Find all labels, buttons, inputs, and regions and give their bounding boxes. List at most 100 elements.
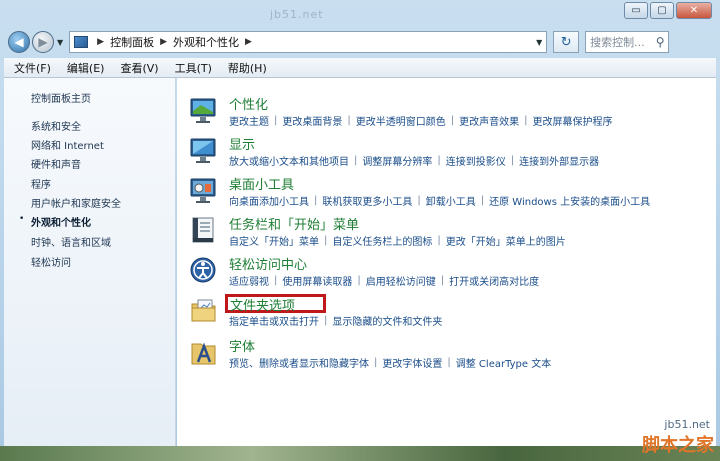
category-title-ease-of-access[interactable]: 轻松访问中心 (229, 254, 307, 273)
desktop-background-strip (0, 446, 720, 461)
link-font-settings[interactable]: 更改字体设置 (382, 355, 442, 370)
close-button[interactable]: ✕ (676, 2, 712, 19)
link-cleartype[interactable]: 调整 ClearType 文本 (456, 355, 551, 370)
link-taskbar-icons[interactable]: 自定义任务栏上的图标 (332, 233, 432, 248)
category-links: 自定义「开始」菜单 | 自定义任务栏上的图标 | 更改「开始」菜单上的图片 (229, 233, 566, 248)
category-links: 向桌面添加小工具 | 联机获取更多小工具 | 卸载小工具 | 还原 Windows 上… (229, 193, 651, 208)
category-links: 适应弱视 | 使用屏幕读取器 | 启用轻松访问键 | 打开或关闭高对比度 (229, 273, 540, 288)
category-ease-of-access: 轻松访问中心 适应弱视 | 使用屏幕读取器 | 启用轻松访问键 | 打开或关闭高对比度 (177, 254, 716, 294)
ease-of-access-icon[interactable] (189, 256, 219, 286)
category-links: 更改主题 | 更改桌面背景 | 更改半透明窗口颜色 | 更改声音效果 | 更改屏幕保护程… (229, 113, 613, 128)
link-restore-gadgets[interactable]: 还原 Windows 上安装的桌面小工具 (489, 193, 650, 208)
link-window-color[interactable]: 更改半透明窗口颜色 (356, 113, 446, 128)
address-dropdown[interactable]: ▼ (532, 38, 546, 47)
address-bar[interactable]: ▶ 控制面板 ▶ 外观和个性化 ▶ ▼ (69, 31, 548, 53)
sidebar-item-hardware-sound[interactable]: 硬件和声音 (31, 156, 81, 171)
category-links: 指定单击或双击打开 | 显示隐藏的文件和文件夹 (229, 313, 443, 328)
search-box[interactable]: 搜索控制... ⚲ (585, 31, 670, 53)
menu-edit[interactable]: 编辑(E) (61, 60, 111, 76)
menu-file[interactable]: 文件(F) (8, 60, 57, 76)
current-item-bullet: • (19, 214, 25, 224)
link-start-picture[interactable]: 更改「开始」菜单上的图片 (446, 233, 566, 248)
sidebar: 控制面板主页 系统和安全 网络和 Internet 硬件和声音 程序 用户帐户和… (4, 78, 176, 446)
recent-pages-dropdown[interactable]: ▼ (57, 38, 63, 47)
link-screensaver[interactable]: 更改屏幕保护程序 (533, 113, 613, 128)
category-display: 显示 放大或缩小文本和其他项目 | 调整屏幕分辨率 | 连接到投影仪 | 连接到外部显… (177, 134, 716, 174)
window-controls: ▭ ▢ ✕ (624, 2, 712, 19)
link-change-theme[interactable]: 更改主题 (229, 113, 269, 128)
menu-help[interactable]: 帮助(H) (222, 60, 273, 76)
back-button[interactable]: ◀ (8, 31, 30, 53)
category-fonts: 字体 预览、删除或者显示和隐藏字体 | 更改字体设置 | 调整 ClearType … (177, 336, 716, 376)
address-row: ◀ ▶ ▼ ▶ 控制面板 ▶ 外观和个性化 ▶ ▼ ↻ 搜索控制... ⚲ (0, 28, 720, 56)
chevron-right-icon[interactable]: ▶ (160, 37, 167, 47)
category-links: 预览、删除或者显示和隐藏字体 | 更改字体设置 | 调整 ClearType 文本 (229, 355, 552, 370)
display-icon[interactable] (189, 136, 219, 166)
main-content: 个性化 更改主题 | 更改桌面背景 | 更改半透明窗口颜色 | 更改声音效果 | 更改屏… (177, 78, 716, 446)
breadcrumb-appearance[interactable]: 外观和个性化 (173, 34, 239, 50)
category-taskbar: 任务栏和「开始」菜单 自定义「开始」菜单 | 自定义任务栏上的图标 | 更改「开始」… (177, 214, 716, 254)
link-low-vision[interactable]: 适应弱视 (229, 273, 269, 288)
top-watermark: jb51.net (270, 8, 324, 21)
gadgets-icon[interactable] (189, 176, 219, 206)
category-title-taskbar[interactable]: 任务栏和「开始」菜单 (229, 214, 359, 233)
category-title-folder-options[interactable]: 文件夹选项 (230, 295, 295, 314)
sidebar-item-home[interactable]: 控制面板主页 (31, 90, 91, 105)
link-screen-reader[interactable]: 使用屏幕读取器 (282, 273, 352, 288)
sidebar-item-system-security[interactable]: 系统和安全 (31, 118, 81, 133)
brand-watermark: 脚本之家 (642, 435, 714, 456)
taskbar-icon[interactable] (189, 216, 219, 246)
link-resolution[interactable]: 调整屏幕分辨率 (362, 153, 432, 168)
refresh-icon: ↻ (560, 34, 572, 50)
breadcrumb-control-panel[interactable]: 控制面板 (110, 34, 154, 50)
menu-bar: 文件(F) 编辑(E) 查看(V) 工具(T) 帮助(H) (4, 58, 716, 78)
forward-button[interactable]: ▶ (32, 31, 54, 53)
sidebar-item-network[interactable]: 网络和 Internet (31, 137, 104, 152)
link-uninstall-gadget[interactable]: 卸载小工具 (426, 193, 476, 208)
folder-options-icon[interactable] (189, 296, 219, 326)
link-more-gadgets[interactable]: 联机获取更多小工具 (322, 193, 412, 208)
link-single-double-click[interactable]: 指定单击或双击打开 (229, 313, 319, 328)
category-personalization: 个性化 更改主题 | 更改桌面背景 | 更改半透明窗口颜色 | 更改声音效果 | 更改屏… (177, 94, 716, 134)
link-customize-start[interactable]: 自定义「开始」菜单 (229, 233, 319, 248)
monitor-personalize-icon[interactable] (189, 96, 219, 126)
category-gadgets: 桌面小工具 向桌面添加小工具 | 联机获取更多小工具 | 卸载小工具 | 还原 Win… (177, 174, 716, 214)
sidebar-item-user-accounts[interactable]: 用户帐户和家庭安全 (31, 195, 121, 210)
title-bar: jb51.net ▭ ▢ ✕ (0, 0, 720, 26)
link-access-keys[interactable]: 启用轻松访问键 (366, 273, 436, 288)
link-show-hidden-files[interactable]: 显示隐藏的文件和文件夹 (332, 313, 442, 328)
site-watermark: jb51.net (664, 418, 710, 431)
menu-tools[interactable]: 工具(T) (169, 60, 218, 76)
sidebar-item-programs[interactable]: 程序 (31, 176, 51, 191)
link-add-gadget[interactable]: 向桌面添加小工具 (229, 193, 309, 208)
category-title-personalization[interactable]: 个性化 (229, 94, 268, 113)
sidebar-item-appearance[interactable]: 外观和个性化 (31, 214, 91, 229)
control-panel-icon (74, 36, 89, 48)
refresh-button[interactable]: ↻ (553, 31, 580, 53)
chevron-right-icon[interactable]: ▶ (245, 37, 252, 47)
link-preview-fonts[interactable]: 预览、删除或者显示和隐藏字体 (229, 355, 369, 370)
link-high-contrast[interactable]: 打开或关闭高对比度 (449, 273, 539, 288)
window-frame: jb51.net ▭ ▢ ✕ ◀ ▶ ▼ ▶ 控制面板 ▶ 外观和个性化 ▶ ▼… (0, 0, 720, 461)
link-external-display[interactable]: 连接到外部显示器 (519, 153, 599, 168)
sidebar-item-ease-of-access[interactable]: 轻松访问 (31, 254, 71, 269)
arrow-right-icon: ▶ (38, 35, 48, 49)
category-title-fonts[interactable]: 字体 (229, 336, 255, 355)
sidebar-item-clock-language[interactable]: 时钟、语言和区域 (31, 234, 111, 249)
fonts-icon[interactable] (189, 338, 219, 368)
minimize-button[interactable]: ▭ (624, 2, 648, 19)
search-input[interactable]: 搜索控制... (590, 34, 652, 50)
link-change-background[interactable]: 更改桌面背景 (282, 113, 342, 128)
category-title-display[interactable]: 显示 (229, 134, 255, 153)
menu-view[interactable]: 查看(V) (114, 60, 164, 76)
category-links: 放大或缩小文本和其他项目 | 调整屏幕分辨率 | 连接到投影仪 | 连接到外部显示器 (229, 153, 600, 168)
search-icon[interactable]: ⚲ (652, 35, 668, 49)
category-folder-options: 文件夹选项 指定单击或双击打开 | 显示隐藏的文件和文件夹 (177, 294, 716, 334)
maximize-button[interactable]: ▢ (650, 2, 674, 19)
link-projector[interactable]: 连接到投影仪 (446, 153, 506, 168)
chevron-right-icon[interactable]: ▶ (97, 37, 104, 47)
link-sound-effects[interactable]: 更改声音效果 (459, 113, 519, 128)
link-text-size[interactable]: 放大或缩小文本和其他项目 (229, 153, 349, 168)
category-title-gadgets[interactable]: 桌面小工具 (229, 174, 294, 193)
arrow-left-icon: ◀ (14, 35, 24, 49)
